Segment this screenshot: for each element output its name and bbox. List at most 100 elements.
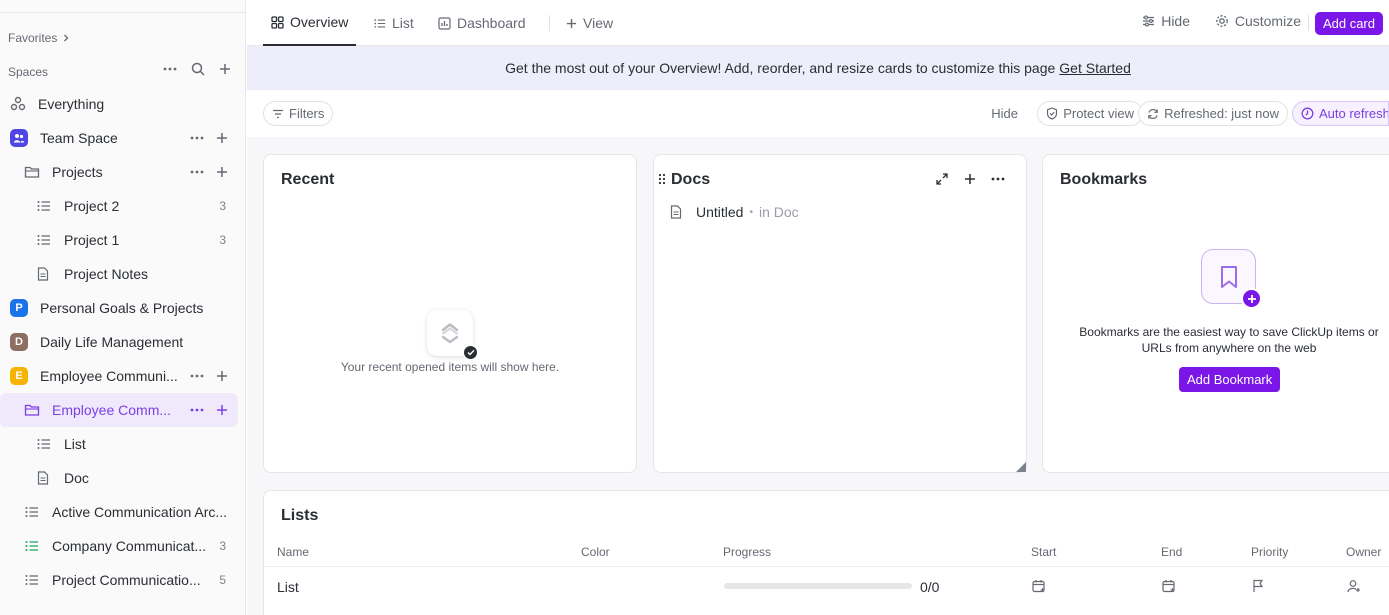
sidebar-item-label: Company Communicat... (52, 538, 207, 554)
column-header-end[interactable]: End (1161, 545, 1182, 559)
sidebar-item-employee-communication-space[interactable]: E Employee Communi... (0, 359, 246, 393)
spaces-actions (163, 62, 231, 76)
add-view-button[interactable]: View (566, 0, 613, 46)
bookmarks-description-line: Bookmarks are the easiest way to save Cl… (1079, 325, 1379, 339)
recent-card: Recent Your recent opened items will sho… (263, 154, 637, 473)
sidebar-item-label: Doc (64, 470, 89, 486)
list-icon (25, 506, 39, 518)
refreshed-status[interactable]: Refreshed: just now (1138, 101, 1288, 126)
column-header-name[interactable]: Name (277, 545, 309, 559)
sidebar-item-label: Project Communicatio... (52, 572, 201, 588)
dashboard-icon (438, 16, 451, 30)
sidebar-item-project-communication[interactable]: Project Communicatio... 5 (0, 563, 246, 597)
more-icon[interactable] (190, 136, 204, 140)
tab-dashboard[interactable]: Dashboard (438, 0, 526, 46)
spaces-label: Spaces (8, 65, 49, 79)
plus-icon[interactable] (219, 63, 231, 75)
sidebar-item-active-communication[interactable]: Active Communication Arc... (0, 495, 246, 529)
sidebar-item-everything[interactable]: Everything (0, 87, 246, 121)
calendar-icon[interactable] (1162, 579, 1176, 593)
docs-card-title: Docs (671, 171, 711, 188)
resize-handle-icon[interactable] (1016, 462, 1026, 472)
add-card-button[interactable]: Add card (1314, 12, 1383, 35)
recent-empty-text: Your recent opened items will show here. (340, 360, 560, 374)
hide-cards-button[interactable]: Hide (982, 101, 1027, 126)
sidebar-item-label: List (64, 436, 86, 452)
refresh-icon (1147, 108, 1159, 120)
calendar-icon[interactable] (1032, 579, 1046, 593)
get-started-link[interactable]: Get Started (1059, 60, 1131, 76)
item-count: 5 (219, 573, 226, 587)
more-icon[interactable] (163, 67, 177, 71)
bookmarks-description: Bookmarks are the easiest way to save Cl… (1043, 324, 1389, 356)
expand-icon[interactable] (936, 173, 948, 185)
sidebar-item-personal-goals[interactable]: P Personal Goals & Projects (0, 291, 246, 325)
sidebar-item-employee-communication-folder[interactable]: Employee Comm... (0, 393, 238, 427)
shield-icon (1046, 107, 1058, 120)
column-header-progress[interactable]: Progress (723, 545, 771, 559)
plus-icon[interactable] (216, 132, 228, 144)
doc-list-item[interactable]: Untitled • in Doc (670, 202, 799, 222)
plus-icon[interactable] (216, 166, 228, 178)
sidebar-item-project-notes[interactable]: Project Notes (0, 257, 246, 291)
tab-overview[interactable]: Overview (263, 0, 357, 46)
row-actions (190, 166, 228, 178)
tab-label: Overview (290, 14, 349, 30)
more-icon[interactable] (991, 177, 1005, 181)
drag-handle-icon[interactable] (658, 173, 666, 185)
progress-bar (724, 583, 912, 589)
sidebar-item-company-communication[interactable]: Company Communicat... 3 (0, 529, 246, 563)
sidebar-item-daily-life[interactable]: D Daily Life Management (0, 325, 246, 359)
column-header-color[interactable]: Color (581, 545, 610, 559)
column-header-start[interactable]: Start (1031, 545, 1056, 559)
auto-refresh-toggle[interactable]: Auto refresh (1292, 101, 1389, 126)
toolbar-divider (1308, 15, 1309, 31)
column-header-priority[interactable]: Priority (1251, 545, 1288, 559)
sidebar-item-doc[interactable]: Doc (0, 461, 246, 495)
doc-icon (37, 471, 49, 485)
sidebar-item-projects[interactable]: Projects (0, 155, 246, 189)
more-icon[interactable] (190, 408, 204, 412)
more-icon[interactable] (190, 170, 204, 174)
protect-view-button[interactable]: Protect view (1037, 101, 1143, 126)
favorites-section[interactable]: Favorites (8, 31, 71, 45)
search-icon[interactable] (191, 62, 205, 76)
space-avatar: E (10, 367, 28, 385)
more-icon[interactable] (190, 374, 204, 378)
sidebar-item-project-1[interactable]: Project 1 3 (0, 223, 246, 257)
add-bookmark-button[interactable]: Add Bookmark (1179, 367, 1281, 392)
tab-list[interactable]: List (374, 0, 414, 46)
lists-card-title: Lists (281, 507, 319, 524)
doc-icon (37, 267, 49, 281)
row-actions (190, 404, 228, 416)
column-header-owner[interactable]: Owner (1346, 545, 1381, 559)
plus-icon[interactable] (216, 370, 228, 382)
sidebar-item-label: Team Space (40, 130, 118, 146)
list-icon (37, 438, 51, 450)
plus-icon[interactable] (964, 173, 976, 185)
sidebar: Favorites Spaces Everything Team Space P… (0, 0, 246, 615)
sidebar-divider (0, 12, 246, 13)
sidebar-item-team-space[interactable]: Team Space (0, 121, 246, 155)
table-row[interactable]: List 0/0 (264, 567, 1389, 607)
list-icon (25, 574, 39, 586)
item-count: 3 (219, 199, 226, 213)
recent-card-title: Recent (281, 171, 335, 188)
plus-icon[interactable] (216, 404, 228, 416)
customize-label: Customize (1234, 13, 1301, 29)
grid-icon (271, 15, 284, 29)
list-icon (374, 18, 386, 29)
gear-icon (1215, 14, 1229, 28)
favorites-label: Favorites (8, 31, 58, 45)
list-icon (25, 540, 39, 552)
view-tabs-bar: Overview List Dashboard View Hide Custom… (247, 0, 1389, 46)
sidebar-item-project-2[interactable]: Project 2 3 (0, 189, 246, 223)
getting-started-banner: Get the most out of your Overview! Add, … (247, 46, 1389, 90)
flag-icon[interactable] (1252, 579, 1264, 593)
customize-button[interactable]: Customize (1215, 13, 1301, 29)
sidebar-item-list[interactable]: List (0, 427, 246, 461)
assign-user-icon[interactable] (1347, 579, 1361, 593)
filters-button[interactable]: Filters (263, 101, 334, 126)
item-count: 3 (219, 233, 226, 247)
hide-button[interactable]: Hide (1142, 13, 1190, 29)
